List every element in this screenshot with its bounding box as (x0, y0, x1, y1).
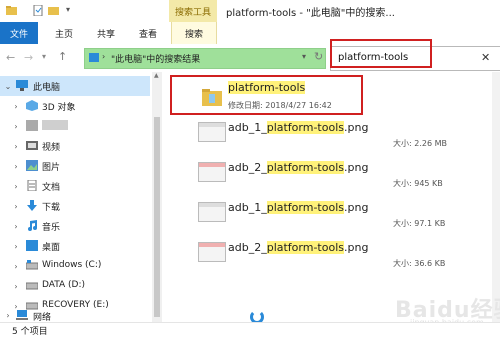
chevron-right-icon[interactable]: › (12, 242, 20, 251)
file-size: 大小: 2.26 MB (393, 139, 447, 148)
pictures-folder-icon (26, 160, 38, 171)
network-icon (16, 310, 28, 320)
documents-folder-icon (27, 180, 37, 191)
chevron-right-icon[interactable]: › (12, 222, 20, 231)
chevron-right-icon[interactable]: › (4, 311, 12, 320)
image-thumbnail-icon (198, 202, 226, 222)
item-count: 5 个项目 (12, 327, 48, 337)
app-folder-icon[interactable] (6, 5, 17, 16)
nav-item-3d-objects[interactable]: › 3D 对象 (0, 96, 150, 116)
file-name: adb_1_platform-tools.png (228, 121, 369, 134)
chevron-down-icon[interactable]: ⌄ (4, 82, 12, 91)
nav-label: DATA (D:) (42, 280, 86, 290)
nav-label: 3D 对象 (42, 103, 76, 113)
up-arrow-icon[interactable]: ↑ (58, 50, 67, 63)
nav-label: Windows (C:) (42, 260, 102, 270)
nav-item-downloads[interactable]: › 下载 (0, 196, 150, 216)
video-folder-icon (26, 141, 38, 150)
nav-item-drive-c[interactable]: › Windows (C:) (0, 256, 150, 276)
chevron-right-icon[interactable]: › (12, 202, 20, 211)
tab-file[interactable]: 文件 (0, 22, 38, 44)
file-name: adb_2_platform-tools.png (228, 161, 369, 174)
properties-icon[interactable] (33, 5, 44, 16)
status-bar: 5 个项目 (0, 322, 500, 337)
image-thumbnail-icon (198, 162, 226, 182)
result-item-png[interactable]: adb_2_platform-tools.png 大小: 945 KB (162, 158, 492, 202)
nav-scrollbar-thumb[interactable] (154, 117, 160, 317)
tab-search[interactable]: 搜索 (171, 22, 217, 44)
nav-label: 下载 (42, 203, 61, 213)
image-thumbnail-icon (198, 122, 226, 142)
download-folder-icon (27, 200, 37, 211)
result-item-png[interactable]: adb_1_platform-tools.png 大小: 2.26 MB (162, 118, 492, 162)
nav-label: 图片 (42, 163, 61, 173)
nav-label: 文档 (42, 183, 61, 193)
search-tools-context-tab: 搜索工具 (169, 0, 217, 22)
image-thumbnail-icon (198, 242, 226, 262)
tab-view[interactable]: 查看 (130, 22, 166, 44)
windows-drive-icon (26, 260, 38, 270)
chevron-right-icon[interactable]: › (12, 262, 20, 271)
nav-item-drive-d[interactable]: › DATA (D:) (0, 276, 150, 296)
tab-share[interactable]: 共享 (88, 22, 124, 44)
scroll-up-arrow-icon[interactable]: ▲ (154, 72, 159, 79)
chevron-right-icon[interactable]: › (12, 162, 20, 171)
nav-label: 音乐 (42, 223, 61, 233)
clear-search-icon[interactable]: ✕ (481, 51, 490, 64)
nav-item-this-pc[interactable]: ⌄ 此电脑 (0, 76, 150, 96)
chevron-right-icon[interactable]: › (12, 122, 20, 131)
computer-icon (16, 80, 28, 91)
address-bar[interactable]: › "此电脑"中的搜索结果 (84, 48, 326, 69)
search-match: platform-tools (266, 161, 344, 174)
new-folder-icon[interactable] (48, 5, 59, 16)
navigation-pane: ⌄ 此电脑 › 3D 对象 › › 视频 › 图片 › 文档 › 下载 › 音乐… (0, 72, 152, 323)
address-dropdown-icon[interactable]: ▾ (302, 52, 306, 61)
search-results-icon (89, 53, 99, 62)
nav-item-pictures[interactable]: › 图片 (0, 156, 150, 176)
title-bar: ▾ 搜索工具 platform-tools - "此电脑"中的搜索... (0, 0, 500, 23)
refresh-icon[interactable]: ↻ (314, 50, 323, 63)
nav-item-documents[interactable]: › 文档 (0, 176, 150, 196)
music-folder-icon (28, 220, 37, 231)
folder-result-highlight (170, 75, 363, 115)
nav-scrollbar[interactable]: ▲ (152, 72, 162, 322)
file-name: adb_1_platform-tools.png (228, 201, 369, 214)
drive-icon (26, 282, 38, 290)
search-match: platform-tools (266, 121, 344, 134)
3d-objects-icon (26, 100, 38, 111)
quick-access-dropdown-icon[interactable]: ▾ (66, 5, 70, 14)
search-match: platform-tools (266, 241, 344, 254)
address-path: "此电脑"中的搜索结果 (111, 55, 201, 65)
chevron-right-icon[interactable]: › (12, 142, 20, 151)
result-item-png[interactable]: adb_2_platform-tools.png 大小: 36.6 KB (162, 238, 492, 282)
nav-label: 此电脑 (33, 83, 61, 93)
chevron-right-icon[interactable]: › (12, 182, 20, 191)
back-arrow-icon[interactable]: ← (6, 51, 15, 64)
nav-item-network[interactable]: › 网络 (0, 308, 150, 323)
file-size: 大小: 945 KB (393, 179, 443, 188)
chevron-right-icon[interactable]: › (12, 282, 20, 291)
recent-dropdown-icon[interactable]: ▾ (42, 52, 46, 61)
window-title: platform-tools - "此电脑"中的搜索... (226, 8, 395, 19)
nav-item-blurred[interactable]: › (0, 116, 150, 136)
nav-item-videos[interactable]: › 视频 (0, 136, 150, 156)
search-match: platform-tools (266, 201, 344, 214)
content-scrollbar[interactable] (492, 72, 500, 322)
nav-label-blurred (42, 120, 68, 130)
breadcrumb-chevron-icon[interactable]: › (102, 52, 105, 61)
file-name: adb_2_platform-tools.png (228, 241, 369, 254)
blurred-folder-icon (26, 120, 38, 131)
nav-label: 桌面 (42, 243, 61, 253)
search-box-highlight (330, 39, 432, 68)
nav-item-desktop[interactable]: › 桌面 (0, 236, 150, 256)
chevron-right-icon[interactable]: › (12, 102, 20, 111)
desktop-folder-icon (26, 240, 38, 251)
nav-label: 视频 (42, 143, 61, 153)
forward-arrow-icon[interactable]: → (24, 51, 33, 64)
file-size: 大小: 97.1 KB (393, 219, 446, 228)
file-size: 大小: 36.6 KB (393, 259, 446, 268)
result-item-png[interactable]: adb_1_platform-tools.png 大小: 97.1 KB (162, 198, 492, 242)
nav-item-music[interactable]: › 音乐 (0, 216, 150, 236)
tab-home[interactable]: 主页 (46, 22, 82, 44)
